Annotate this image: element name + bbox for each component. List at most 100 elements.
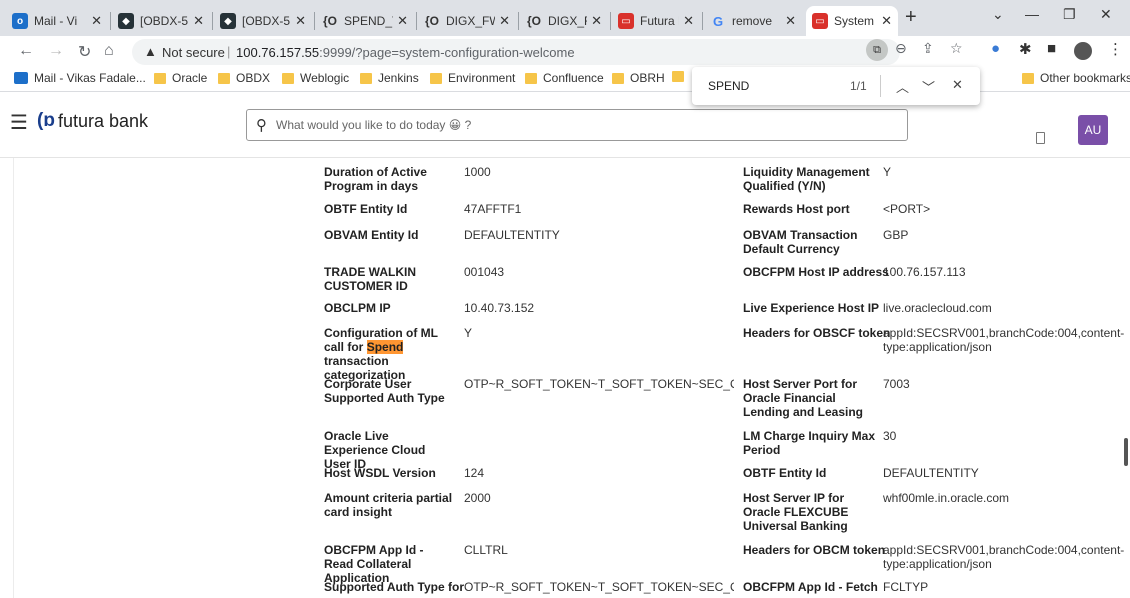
share-icon[interactable]: ⇪ <box>922 40 934 57</box>
browser-toolbar: ← → ↻ ⌂ ▲ Not secure | 100.76.157.55:999… <box>0 36 1130 66</box>
field-value: appId:SECSRV001,branchCode:004,content-t… <box>883 543 1125 571</box>
tab-google[interactable]: G remove ✕ <box>704 6 802 36</box>
obdx-icon: ◆ <box>220 13 236 29</box>
bookmark-other[interactable]: Other bookmarks <box>1022 71 1130 85</box>
tab-obdx-1[interactable]: ◆ [OBDX-5 ✕ <box>112 6 210 36</box>
field-label: OBCLPM IP <box>324 301 391 315</box>
minimize-button[interactable]: — <box>1025 6 1039 22</box>
folder-icon <box>218 72 230 84</box>
extensions-puzzle-icon[interactable]: ✱ <box>1019 40 1032 58</box>
security-status[interactable]: Not secure <box>162 45 225 60</box>
field-value: 2000 <box>464 491 491 505</box>
address-bar[interactable]: ▲ Not secure | 100.76.157.55:9999/?page=… <box>132 39 900 65</box>
hamburger-menu-icon[interactable]: ☰ <box>10 110 28 135</box>
back-icon[interactable]: ← <box>18 42 34 60</box>
bookmark-oracle[interactable]: Oracle <box>154 71 207 85</box>
field-value: Y <box>883 165 892 179</box>
field-value: 47AFFTF1 <box>464 202 522 216</box>
field-value: 100.76.157.113 <box>883 265 966 279</box>
close-icon[interactable]: ✕ <box>295 13 306 29</box>
google-icon: G <box>712 13 724 29</box>
home-icon[interactable]: ⌂ <box>104 42 114 60</box>
tab-digx-2[interactable]: {O DIGX_FW✕ <box>520 6 608 36</box>
side-panel-icon[interactable]: ■ <box>1047 40 1056 57</box>
field-label: Host Server Port for Oracle Financial Le… <box>743 377 864 419</box>
close-window-button[interactable]: ✕ <box>1100 6 1112 23</box>
tab-obdx-2[interactable]: ◆ [OBDX-5 ✕ <box>214 6 312 36</box>
field-value: OTP~R_SOFT_TOKEN~T_SOFT_TOKEN~SEC_QUE~PU… <box>464 580 734 594</box>
oracle-icon: ▭ <box>812 13 828 29</box>
field-value: 001043 <box>464 265 505 279</box>
field-label: Host Server IP for Oracle FLEXCUBE Unive… <box>743 491 849 533</box>
field-label: Duration of Active Program in days <box>324 165 427 193</box>
bookmark-environment[interactable]: Environment <box>430 71 515 85</box>
new-tab-button[interactable]: + <box>905 6 917 29</box>
bookmark-mail[interactable]: Mail - Vikas Fadale... <box>14 71 146 85</box>
field-label: TRADE WALKIN CUSTOMER ID <box>324 265 416 293</box>
field-value: 10.40.73.152 <box>464 301 535 315</box>
oracle-icon: ▭ <box>618 13 634 29</box>
field-label: OBCFPM Host IP address <box>743 265 889 279</box>
close-icon[interactable]: ✕ <box>591 13 602 29</box>
close-icon[interactable]: ✕ <box>499 13 510 29</box>
field-value: Y <box>464 326 473 340</box>
device-icon[interactable] <box>1036 132 1045 144</box>
reload-icon[interactable]: ↻ <box>78 42 91 62</box>
find-input[interactable]: SPEND <box>708 79 749 93</box>
field-value: whf00mle.in.oracle.com <box>883 491 1010 505</box>
find-count: 1/1 <box>850 79 867 93</box>
field-label: Host WSDL Version <box>324 466 436 480</box>
json-icon: {O <box>424 14 439 28</box>
scrollbar-thumb[interactable] <box>1124 438 1128 466</box>
bookmark-confluence[interactable]: Confluence <box>525 71 604 85</box>
close-icon[interactable]: ✕ <box>193 13 204 29</box>
menu-icon[interactable]: ⋮ <box>1108 40 1123 58</box>
tab-futura[interactable]: ▭ Futura B✕ <box>612 6 700 36</box>
tab-spend[interactable]: {O SPEND_T✕ <box>316 6 414 36</box>
field-label: OBCFPM App Id - Read Collateral Applicat… <box>324 543 424 585</box>
url-text[interactable]: 100.76.157.55:9999/?page=system-configur… <box>236 45 575 60</box>
field-label: Headers for OBCM token <box>743 543 886 557</box>
outlook-icon: o <box>12 13 28 29</box>
restore-button[interactable]: ❐ <box>1063 6 1076 23</box>
field-label: Oracle Live Experience Cloud User ID <box>324 429 426 471</box>
bookmark-obdx[interactable]: OBDX <box>218 71 270 85</box>
close-icon[interactable]: ✕ <box>881 13 892 29</box>
field-value: DEFAULTENTITY <box>464 228 560 242</box>
find-icon[interactable]: ⧉ <box>866 39 888 61</box>
tab-digx-1[interactable]: {O DIGX_FW ✕ <box>418 6 516 36</box>
field-label: Amount criteria partial card insight <box>324 491 453 519</box>
field-value: GBP <box>883 228 909 242</box>
folder-icon <box>672 71 684 82</box>
close-icon[interactable]: ✕ <box>397 13 408 29</box>
find-close-icon[interactable]: ✕ <box>952 77 963 93</box>
bookmark-star-icon[interactable]: ☆ <box>950 40 963 57</box>
folder-icon <box>430 72 442 84</box>
folder-icon <box>360 72 372 84</box>
field-label: Live Experience Host IP <box>743 301 880 315</box>
zoom-icon[interactable]: ⊖ <box>895 40 907 57</box>
search-icon: ⚲ <box>256 117 267 134</box>
user-avatar[interactable]: AU <box>1078 115 1108 145</box>
profile-avatar[interactable] <box>1074 42 1092 60</box>
futura-logo-icon: (ɒ <box>37 110 55 131</box>
global-search-input[interactable]: ⚲ What would you like to do today 😀 ? <box>246 109 908 141</box>
tab-search-icon[interactable]: ⌄ <box>992 6 1004 23</box>
tab-mail[interactable]: o Mail - Vi ✕ <box>6 6 108 36</box>
extension-icon[interactable]: ● <box>991 40 1000 57</box>
bookmark-jenkins[interactable]: Jenkins <box>360 71 419 85</box>
close-icon[interactable]: ✕ <box>91 13 102 29</box>
outlook-icon <box>14 72 28 84</box>
brand-logo[interactable]: (ɒ futura bank <box>37 110 148 132</box>
forward-icon[interactable]: → <box>48 42 64 60</box>
close-icon[interactable]: ✕ <box>785 13 796 29</box>
field-value: 1000 <box>464 165 491 179</box>
close-icon[interactable]: ✕ <box>683 13 694 29</box>
bookmark-obrh[interactable]: OBRH <box>612 71 665 85</box>
json-icon: {O <box>322 14 337 28</box>
find-next-icon[interactable]: ﹀ <box>922 77 935 96</box>
bookmark-folder[interactable] <box>672 71 690 82</box>
bookmark-weblogic[interactable]: Weblogic <box>282 71 349 85</box>
tab-system-config[interactable]: ▭ System C✕ <box>806 6 898 36</box>
find-prev-icon[interactable]: ︿ <box>896 77 909 96</box>
